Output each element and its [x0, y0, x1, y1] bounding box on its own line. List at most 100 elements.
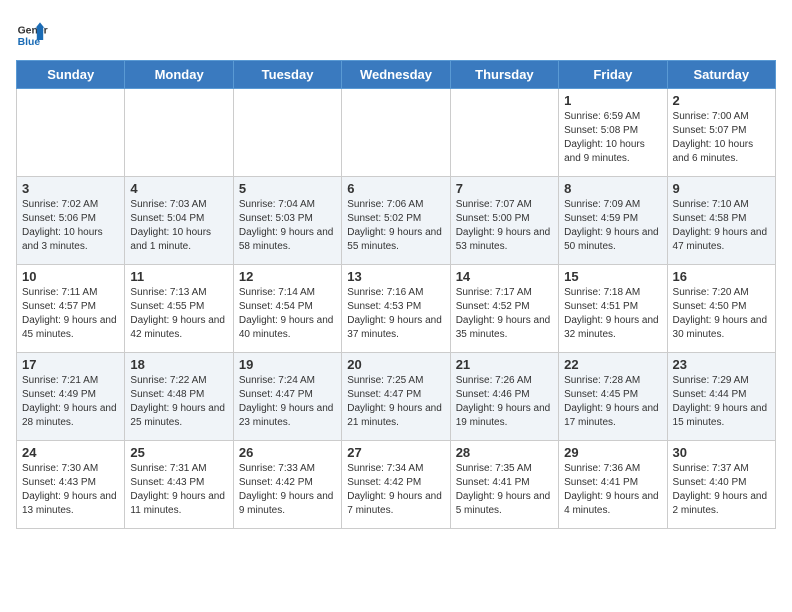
- calendar-cell: 7Sunrise: 7:07 AM Sunset: 5:00 PM Daylig…: [450, 177, 558, 265]
- day-header-sunday: Sunday: [17, 61, 125, 89]
- day-info: Sunrise: 7:00 AM Sunset: 5:07 PM Dayligh…: [673, 110, 770, 166]
- calendar-cell: 9 Sunrise: 7:10 AM Sunset: 4:58 PM Daylig…: [667, 177, 775, 265]
- calendar-cell: [17, 89, 125, 177]
- day-number: 2: [673, 93, 770, 108]
- day-info: Sunrise: 7:31 AM Sunset: 4:43 PM Dayligh…: [130, 462, 227, 518]
- day-info: Sunrise: 7:11 AM Sunset: 4:57 PM Dayligh…: [22, 286, 119, 342]
- day-info: Sunrise: 7:21 AM Sunset: 4:49 PM Dayligh…: [22, 374, 119, 430]
- calendar-cell: [450, 89, 558, 177]
- day-info: Sunrise: 7:09 AM Sunset: 4:59 PM Dayligh…: [564, 198, 661, 254]
- day-number: 9: [673, 181, 770, 196]
- day-info: Sunrise: 7:16 AM Sunset: 4:53 PM Dayligh…: [347, 286, 444, 342]
- day-info: Sunrise: 7:35 AM Sunset: 4:41 PM Dayligh…: [456, 462, 553, 518]
- day-number: 12: [239, 269, 336, 284]
- day-header-wednesday: Wednesday: [342, 61, 450, 89]
- day-info: Sunrise: 7:13 AM Sunset: 4:55 PM Dayligh…: [130, 286, 227, 342]
- day-info: Sunrise: 7:30 AM Sunset: 4:43 PM Dayligh…: [22, 462, 119, 518]
- day-header-tuesday: Tuesday: [233, 61, 341, 89]
- day-number: 15: [564, 269, 661, 284]
- calendar-cell: 27 Sunrise: 7:34 AM Sunset: 4:42 PM Dayli…: [342, 441, 450, 529]
- day-info: Sunrise: 7:04 AM Sunset: 5:03 PM Dayligh…: [239, 198, 336, 254]
- day-number: 4: [130, 181, 227, 196]
- day-header-friday: Friday: [559, 61, 667, 89]
- day-info: Sunrise: 7:34 AM Sunset: 4:42 PM Dayligh…: [347, 462, 444, 518]
- day-number: 20: [347, 357, 444, 372]
- day-header-monday: Monday: [125, 61, 233, 89]
- day-number: 19: [239, 357, 336, 372]
- calendar-cell: [233, 89, 341, 177]
- day-info: Sunrise: 7:03 AM Sunset: 5:04 PM Dayligh…: [130, 198, 227, 254]
- day-info: Sunrise: 7:14 AM Sunset: 4:54 PM Dayligh…: [239, 286, 336, 342]
- day-number: 14: [456, 269, 553, 284]
- day-number: 11: [130, 269, 227, 284]
- day-info: Sunrise: 7:20 AM Sunset: 4:50 PM Dayligh…: [673, 286, 770, 342]
- day-info: Sunrise: 7:33 AM Sunset: 4:42 PM Dayligh…: [239, 462, 336, 518]
- day-number: 5: [239, 181, 336, 196]
- day-info: Sunrise: 7:36 AM Sunset: 4:41 PM Dayligh…: [564, 462, 661, 518]
- calendar-cell: 23 Sunrise: 7:29 AM Sunset: 4:44 PM Dayli…: [667, 353, 775, 441]
- day-info: Sunrise: 7:37 AM Sunset: 4:40 PM Dayligh…: [673, 462, 770, 518]
- calendar-cell: 17 Sunrise: 7:21 AM Sunset: 4:49 PM Dayli…: [17, 353, 125, 441]
- calendar-cell: 10 Sunrise: 7:11 AM Sunset: 4:57 PM Dayli…: [17, 265, 125, 353]
- day-number: 16: [673, 269, 770, 284]
- day-info: Sunrise: 7:02 AM Sunset: 5:06 PM Dayligh…: [22, 198, 119, 254]
- day-info: Sunrise: 7:24 AM Sunset: 4:47 PM Dayligh…: [239, 374, 336, 430]
- calendar-week-3: 17 Sunrise: 7:21 AM Sunset: 4:49 PM Dayli…: [17, 353, 776, 441]
- calendar-cell: 6 Sunrise: 7:06 AM Sunset: 5:02 PM Daylig…: [342, 177, 450, 265]
- calendar-cell: 4 Sunrise: 7:03 AM Sunset: 5:04 PM Daylig…: [125, 177, 233, 265]
- day-number: 28: [456, 445, 553, 460]
- calendar-cell: 1 Sunrise: 6:59 AM Sunset: 5:08 PM Daylig…: [559, 89, 667, 177]
- calendar-cell: 20Sunrise: 7:25 AM Sunset: 4:47 PM Dayli…: [342, 353, 450, 441]
- calendar-cell: 13 Sunrise: 7:16 AM Sunset: 4:53 PM Dayli…: [342, 265, 450, 353]
- calendar-cell: 22Sunrise: 7:28 AM Sunset: 4:45 PM Dayli…: [559, 353, 667, 441]
- day-info: Sunrise: 7:22 AM Sunset: 4:48 PM Dayligh…: [130, 374, 227, 430]
- day-number: 21: [456, 357, 553, 372]
- day-number: 25: [130, 445, 227, 460]
- calendar-cell: 28 Sunrise: 7:35 AM Sunset: 4:41 PM Dayli…: [450, 441, 558, 529]
- calendar-cell: [342, 89, 450, 177]
- day-info: Sunrise: 6:59 AM Sunset: 5:08 PM Dayligh…: [564, 110, 661, 166]
- day-info: Sunrise: 7:29 AM Sunset: 4:44 PM Dayligh…: [673, 374, 770, 430]
- day-number: 3: [22, 181, 119, 196]
- day-info: Sunrise: 7:18 AM Sunset: 4:51 PM Dayligh…: [564, 286, 661, 342]
- day-number: 26: [239, 445, 336, 460]
- day-number: 13: [347, 269, 444, 284]
- day-info: Sunrise: 7:06 AM Sunset: 5:02 PM Dayligh…: [347, 198, 444, 254]
- day-number: 8: [564, 181, 661, 196]
- calendar-header-row: SundayMondayTuesdayWednesdayThursdayFrid…: [17, 61, 776, 89]
- day-number: 29: [564, 445, 661, 460]
- calendar-cell: 18 Sunrise: 7:22 AM Sunset: 4:48 PM Dayli…: [125, 353, 233, 441]
- calendar-cell: 14 Sunrise: 7:17 AM Sunset: 4:52 PM Dayli…: [450, 265, 558, 353]
- day-number: 10: [22, 269, 119, 284]
- day-info: Sunrise: 7:28 AM Sunset: 4:45 PM Dayligh…: [564, 374, 661, 430]
- day-number: 23: [673, 357, 770, 372]
- day-number: 24: [22, 445, 119, 460]
- logo-icon: General Blue: [16, 16, 48, 48]
- calendar-cell: 11 Sunrise: 7:13 AM Sunset: 4:55 PM Dayli…: [125, 265, 233, 353]
- calendar-cell: 8 Sunrise: 7:09 AM Sunset: 4:59 PM Daylig…: [559, 177, 667, 265]
- day-number: 1: [564, 93, 661, 108]
- logo: General Blue: [16, 16, 48, 48]
- calendar-cell: 15 Sunrise: 7:18 AM Sunset: 4:51 PM Dayli…: [559, 265, 667, 353]
- calendar-cell: 26 Sunrise: 7:33 AM Sunset: 4:42 PM Dayli…: [233, 441, 341, 529]
- calendar-cell: 16 Sunrise: 7:20 AM Sunset: 4:50 PM Dayli…: [667, 265, 775, 353]
- day-info: Sunrise: 7:07 AM Sunset: 5:00 PM Dayligh…: [456, 198, 553, 254]
- calendar-cell: 24 Sunrise: 7:30 AM Sunset: 4:43 PM Dayli…: [17, 441, 125, 529]
- day-number: 27: [347, 445, 444, 460]
- calendar-week-2: 10 Sunrise: 7:11 AM Sunset: 4:57 PM Dayli…: [17, 265, 776, 353]
- day-info: Sunrise: 7:10 AM Sunset: 4:58 PM Dayligh…: [673, 198, 770, 254]
- calendar-cell: 12 Sunrise: 7:14 AM Sunset: 4:54 PM Dayli…: [233, 265, 341, 353]
- day-info: Sunrise: 7:17 AM Sunset: 4:52 PM Dayligh…: [456, 286, 553, 342]
- calendar-cell: 2 Sunrise: 7:00 AM Sunset: 5:07 PM Daylig…: [667, 89, 775, 177]
- day-header-saturday: Saturday: [667, 61, 775, 89]
- calendar-cell: 25 Sunrise: 7:31 AM Sunset: 4:43 PM Dayli…: [125, 441, 233, 529]
- day-number: 6: [347, 181, 444, 196]
- calendar-cell: 21Sunrise: 7:26 AM Sunset: 4:46 PM Dayli…: [450, 353, 558, 441]
- day-number: 18: [130, 357, 227, 372]
- day-header-thursday: Thursday: [450, 61, 558, 89]
- calendar-week-0: 1 Sunrise: 6:59 AM Sunset: 5:08 PM Daylig…: [17, 89, 776, 177]
- day-number: 17: [22, 357, 119, 372]
- calendar-cell: 29 Sunrise: 7:36 AM Sunset: 4:41 PM Dayli…: [559, 441, 667, 529]
- day-number: 30: [673, 445, 770, 460]
- calendar-cell: 3 Sunrise: 7:02 AM Sunset: 5:06 PM Daylig…: [17, 177, 125, 265]
